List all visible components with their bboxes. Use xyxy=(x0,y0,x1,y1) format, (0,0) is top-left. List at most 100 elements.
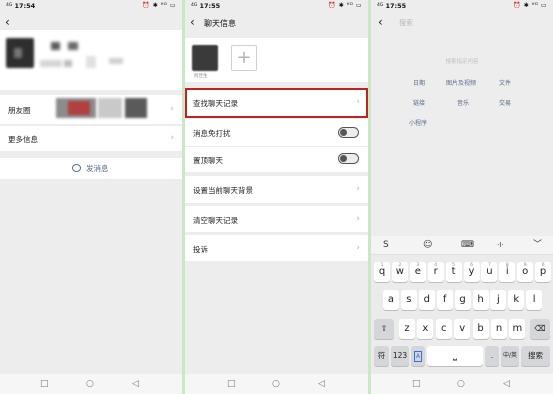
period-key[interactable]: . xyxy=(485,346,499,366)
symbol-key[interactable]: 符 xyxy=(374,346,389,366)
number-key[interactable]: 123 xyxy=(391,346,409,366)
home-icon[interactable]: ○ xyxy=(272,379,280,389)
search-hint: 搜索指定内容 xyxy=(445,59,479,65)
key-number-hint: 2 xyxy=(398,263,402,268)
key-k[interactable]: k xyxy=(508,290,525,310)
key-u[interactable]: 7u xyxy=(481,262,498,282)
key-h[interactable]: h xyxy=(472,290,489,310)
search-input[interactable]: 搜索 xyxy=(399,18,413,28)
key-x[interactable]: x xyxy=(417,319,434,339)
key-s[interactable]: s xyxy=(400,290,417,310)
language-box-key[interactable]: A xyxy=(411,346,425,366)
home-icon[interactable]: ○ xyxy=(86,379,94,389)
emoji-icon[interactable]: ☺ xyxy=(423,239,432,251)
send-message-button[interactable]: 发消息 xyxy=(0,158,182,180)
moments-thumbnail[interactable] xyxy=(125,98,147,118)
pin-chat-row: 置顶聊天 xyxy=(185,147,368,173)
keyboard-toolbar: S ☺ ⌨ ·I· ﹀ xyxy=(371,236,553,255)
pin-chat-label: 置顶聊天 xyxy=(193,156,223,165)
backspace-key[interactable]: ⌫ xyxy=(530,319,550,339)
key-c[interactable]: c xyxy=(435,319,452,339)
pin-toggle[interactable] xyxy=(338,153,359,164)
key-l[interactable]: l xyxy=(526,290,543,310)
collapse-keyboard-icon[interactable]: ﹀ xyxy=(533,239,542,251)
category-links[interactable]: 链接 xyxy=(413,98,425,107)
nav-back-icon[interactable]: ◁ xyxy=(318,379,325,389)
space-key[interactable]: ⎵ xyxy=(427,346,483,366)
shift-key[interactable]: ⇧ xyxy=(374,319,394,339)
mute-toggle[interactable] xyxy=(338,127,359,138)
key-y[interactable]: 6y xyxy=(463,262,480,282)
status-bar: 4G 17:55 ⏰ ✱ ᴴᴰ ▭ xyxy=(191,2,362,10)
chevron-right-icon: › xyxy=(356,214,360,224)
key-z[interactable]: z xyxy=(399,319,415,339)
search-chat-history-panel: 4G 17:55 ⏰ ✱ ᴴᴰ ▭ ‹ 搜索 搜索指定内容 日期 图片及视频 文… xyxy=(371,0,553,394)
report-row[interactable]: 投诉 › xyxy=(185,235,368,262)
recent-apps-icon[interactable]: □ xyxy=(412,379,421,389)
key-e[interactable]: 3e xyxy=(409,262,426,282)
language-switch-key[interactable]: 中/英 xyxy=(501,346,519,366)
key-b[interactable]: b xyxy=(472,319,489,339)
keyboard-layout-icon[interactable]: ⌨ xyxy=(461,239,474,251)
member-avatar[interactable] xyxy=(192,45,218,71)
add-member-button[interactable]: + xyxy=(231,45,257,71)
back-button[interactable]: ‹ xyxy=(190,16,195,28)
key-j[interactable]: j xyxy=(490,290,507,310)
system-nav-bar: □ ○ ◁ xyxy=(371,374,553,394)
chevron-right-icon: › xyxy=(170,133,174,143)
category-files[interactable]: 文件 xyxy=(499,78,511,87)
key-q[interactable]: 1q xyxy=(374,262,390,282)
set-chat-background-label: 设置当前聊天背景 xyxy=(193,186,253,195)
clear-chat-history-row[interactable]: 清空聊天记录 › xyxy=(185,206,368,233)
chat-info-panel: 4G 17:55 ⏰ ✱ ᴴᴰ ▭ ‹ 聊天信息 阿佳生 + 查找聊天记录 › … xyxy=(185,0,368,394)
key-number-hint: 5 xyxy=(452,263,456,268)
key-number-hint: 1 xyxy=(380,263,384,268)
status-time: 17:55 xyxy=(199,2,221,10)
key-m[interactable]: m xyxy=(509,319,526,339)
key-t[interactable]: 5t xyxy=(445,262,462,282)
moments-row[interactable]: 朋友圈 › xyxy=(0,95,182,125)
category-music[interactable]: 音乐 xyxy=(457,98,469,107)
cursor-move-icon[interactable]: ·I· xyxy=(497,239,504,251)
category-transactions[interactable]: 交易 xyxy=(499,98,511,107)
more-info-row[interactable]: 更多信息 › xyxy=(0,126,182,152)
key-d[interactable]: d xyxy=(418,290,435,310)
status-time: 17:54 xyxy=(14,2,36,10)
category-date[interactable]: 日期 xyxy=(413,78,425,87)
category-mini-programs[interactable]: 小程序 xyxy=(409,118,427,127)
ime-logo-icon[interactable]: S xyxy=(383,239,389,251)
search-key[interactable]: 搜索 xyxy=(521,346,550,366)
mute-notifications-row: 消息免打扰 xyxy=(185,119,368,147)
key-p[interactable]: 0p xyxy=(535,262,552,282)
key-v[interactable]: v xyxy=(454,319,471,339)
key-r[interactable]: 4r xyxy=(427,262,444,282)
key-number-hint: 9 xyxy=(523,263,527,268)
key-w[interactable]: 2w xyxy=(391,262,408,282)
key-o[interactable]: 9o xyxy=(517,262,534,282)
key-a[interactable]: a xyxy=(383,290,399,310)
recent-apps-icon[interactable]: □ xyxy=(227,379,236,389)
nickname-blurred xyxy=(51,42,60,50)
key-number-hint: 0 xyxy=(541,263,545,268)
key-number-hint: 8 xyxy=(505,263,509,268)
back-button[interactable]: ‹ xyxy=(5,16,10,28)
send-message-label: 发消息 xyxy=(86,164,109,173)
member-name: 阿佳生 xyxy=(194,74,208,79)
home-icon[interactable]: ○ xyxy=(457,379,465,389)
moments-thumbnail[interactable] xyxy=(98,98,122,118)
key-i[interactable]: 8i xyxy=(499,262,516,282)
nav-back-icon[interactable]: ◁ xyxy=(132,379,139,389)
key-f[interactable]: f xyxy=(436,290,453,310)
plus-icon: + xyxy=(236,47,252,68)
key-n[interactable]: n xyxy=(491,319,507,339)
system-nav-bar: □ ○ ◁ xyxy=(185,374,368,394)
recent-apps-icon[interactable]: □ xyxy=(40,379,49,389)
key-number-hint: 3 xyxy=(416,263,420,268)
nav-back-icon[interactable]: ◁ xyxy=(503,379,510,389)
key-g[interactable]: g xyxy=(454,290,471,310)
back-button[interactable]: ‹ xyxy=(378,16,383,28)
key-number-hint: 6 xyxy=(470,263,473,268)
category-images-videos[interactable]: 图片及视频 xyxy=(446,78,476,87)
chevron-right-icon: › xyxy=(170,104,174,114)
set-chat-background-row[interactable]: 设置当前聊天背景 › xyxy=(185,176,368,204)
